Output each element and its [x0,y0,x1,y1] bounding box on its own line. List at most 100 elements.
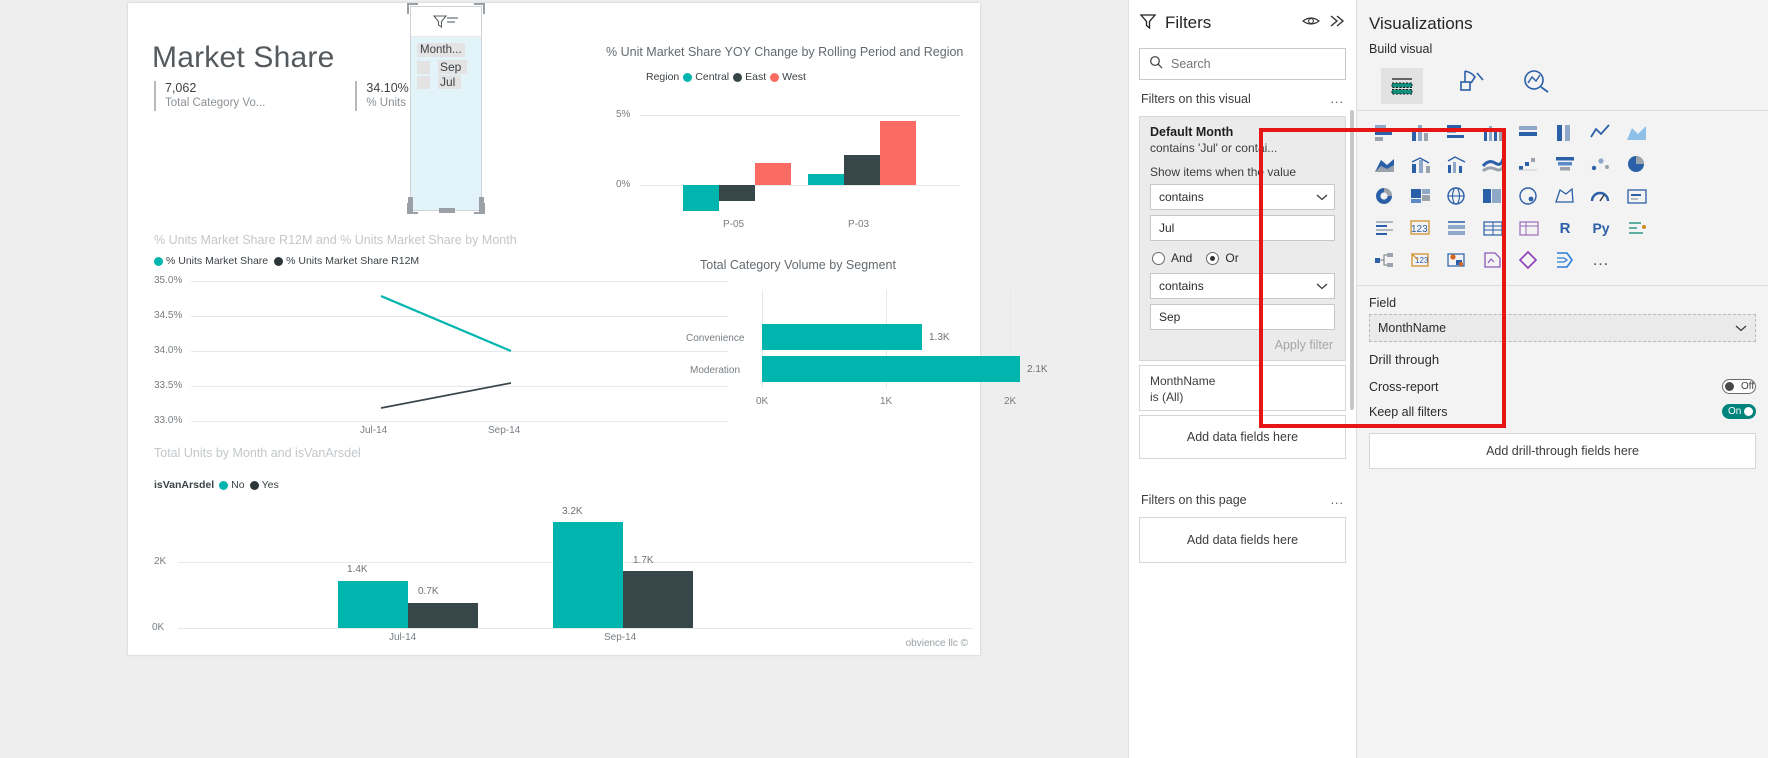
filters-pane-scrollbar[interactable] [1350,110,1354,410]
clustered-column-chart-icon[interactable] [1477,119,1509,145]
total-units-by-month-visual[interactable]: Total Units by Month and isVanArsdel isV… [128,438,980,653]
bar-sep14-no[interactable] [553,522,623,628]
resize-handle-right[interactable] [479,197,484,213]
chevron-double-right-icon[interactable] [1328,14,1346,33]
tab-format-visual[interactable] [1457,68,1487,110]
treemap-icon[interactable] [1405,183,1437,209]
visio-icon[interactable]: … [1585,247,1617,273]
eye-icon[interactable] [1302,14,1320,33]
add-data-fields-visual[interactable]: Add data fields here [1139,415,1346,459]
bar-sep14-yes[interactable] [623,571,693,628]
pie-chart-icon[interactable] [1621,151,1653,177]
shape-map-icon[interactable] [1549,183,1581,209]
month-slicer-visual[interactable]: Month... Sep Jul [407,3,485,214]
section-menu-icon[interactable]: ... [1331,493,1344,507]
bar-moderation[interactable] [762,356,1020,382]
waterfall-chart-icon[interactable] [1513,151,1545,177]
resize-handle-bottom[interactable] [439,208,455,213]
apply-filter-button[interactable]: Apply filter [1150,330,1335,354]
r-script-icon[interactable]: R [1549,215,1581,241]
line-clustered-column-icon[interactable] [1441,151,1473,177]
filled-map-icon[interactable] [1477,183,1509,209]
report-page[interactable]: Market Share 7,062 Total Category Vo... … [128,3,1048,655]
tab-analytics[interactable] [1521,68,1551,110]
volume-by-segment-visual[interactable]: Total Category Volume by Segment Conveni… [598,248,1048,428]
table-icon[interactable] [1477,215,1509,241]
legend-item-west[interactable]: West [770,71,806,83]
field-well-monthname[interactable]: MonthName [1369,314,1756,342]
resize-handle-top-right[interactable] [474,3,485,14]
toggle-state-label: Off [1741,381,1755,392]
arcgis-maps-icon[interactable] [1549,247,1581,273]
slicer-icon[interactable] [1441,215,1473,241]
filter-operator-dropdown-1[interactable]: contains [1150,184,1335,210]
yoy-change-visual[interactable]: % Unit Market Share YOY Change by Rollin… [518,33,970,243]
slicer-item-sep[interactable]: Sep [417,60,475,74]
python-visual-icon[interactable]: Py [1585,215,1617,241]
stacked-bar-chart-icon[interactable] [1369,119,1401,145]
metrics-icon[interactable] [1441,247,1473,273]
tab-build-visual[interactable] [1381,68,1423,110]
legend-item-no[interactable]: No [219,479,245,491]
matrix-icon[interactable] [1513,215,1545,241]
keep-all-filters-toggle[interactable]: On [1722,404,1756,419]
multi-row-card-icon[interactable] [1369,215,1401,241]
bar-p05-east[interactable] [719,185,755,201]
bar-p03-west[interactable] [880,121,916,185]
bar-p05-central[interactable] [683,185,719,211]
ribbon-chart-icon[interactable] [1477,151,1509,177]
bar-jul14-no[interactable] [338,581,408,628]
azure-map-icon[interactable] [1513,183,1545,209]
stacked-area-chart-icon[interactable] [1369,151,1401,177]
paginated-report-icon[interactable] [1477,247,1509,273]
filter-value-input-2[interactable]: Sep [1150,304,1335,330]
100-stacked-column-icon[interactable] [1549,119,1581,145]
line-stacked-column-icon[interactable] [1405,151,1437,177]
power-apps-icon[interactable] [1513,247,1545,273]
radio-or[interactable]: Or [1206,251,1239,265]
line-chart-icon[interactable] [1585,119,1617,145]
bar-convenience[interactable] [762,324,922,350]
resize-handle-top-left[interactable] [407,3,418,14]
kpi-total-category-volume[interactable]: 7,062 Total Category Vo... [154,81,285,111]
decomposition-tree-icon[interactable] [1369,247,1401,273]
legend-item-central[interactable]: Central [683,71,729,83]
search-input[interactable] [1171,57,1336,71]
key-influencers-icon[interactable] [1621,215,1653,241]
bar-jul14-yes[interactable] [408,603,478,628]
bar-p03-central[interactable] [808,174,844,185]
slicer-visual-icon[interactable] [1381,68,1423,104]
add-drill-through-fields[interactable]: Add drill-through fields here [1369,433,1756,469]
stacked-column-chart-icon[interactable] [1405,119,1437,145]
card-icon[interactable] [1621,183,1653,209]
visual-type-gallery[interactable]: 123 R Py 123 … [1357,111,1768,281]
radio-and[interactable]: And [1152,251,1192,265]
donut-chart-icon[interactable] [1369,183,1401,209]
bar-p05-west[interactable] [755,163,791,185]
filter-value-input-1[interactable]: Jul [1150,215,1335,241]
legend-item-east[interactable]: East [733,71,766,83]
filters-search-box[interactable] [1139,48,1346,80]
scatter-chart-icon[interactable] [1585,151,1617,177]
area-chart-icon[interactable] [1621,119,1653,145]
gauge-icon[interactable] [1585,183,1617,209]
clustered-bar-chart-icon[interactable] [1441,119,1473,145]
slicer-item-jul[interactable]: Jul [417,75,475,89]
chevron-down-icon[interactable] [1735,321,1747,335]
map-icon[interactable] [1441,183,1473,209]
bar-p03-east[interactable] [844,155,880,185]
market-share-trend-visual[interactable]: % Units Market Share R12M and % Units Ma… [128,225,728,436]
legend-item-yes[interactable]: Yes [249,479,279,491]
more-visuals-icon[interactable] [1621,247,1653,273]
cross-report-toggle[interactable]: Off [1722,379,1756,394]
filter-card-monthname[interactable]: MonthName is (All) [1139,365,1346,411]
kpi-icon[interactable]: 123 [1405,215,1437,241]
resize-handle-left[interactable] [408,197,413,213]
section-menu-icon[interactable]: ... [1331,92,1344,106]
filter-card-default-month[interactable]: Default Month contains 'Jul' or contai..… [1139,116,1346,361]
smart-narrative-icon[interactable]: 123 [1405,247,1437,273]
100-stacked-bar-icon[interactable] [1513,119,1545,145]
funnel-chart-icon[interactable] [1549,151,1581,177]
filter-operator-dropdown-2[interactable]: contains [1150,273,1335,299]
add-data-fields-page[interactable]: Add data fields here [1139,517,1346,563]
